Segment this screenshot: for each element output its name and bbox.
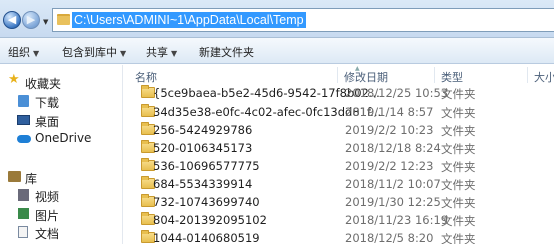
library-icon [8,171,21,182]
file-date: 2019/2/2 10:23 [345,123,434,137]
file-date: 2018/11/2 10:07 [345,177,441,191]
file-date: 2018/11/23 16:19 [345,213,449,227]
sidebar-item-libraries[interactable]: 库 [0,167,122,187]
folder-icon [57,14,70,25]
table-row[interactable]: 1044-0140680519 2018/12/5 8:20 文件夹 [123,229,554,244]
organize-menu[interactable]: 组织 ▼ [8,44,39,60]
new-folder-button[interactable]: 新建文件夹 [199,44,254,60]
share-label: 共享 [146,46,168,59]
sidebar-item-label: 下载 [35,96,60,110]
table-row[interactable]: 804-201392095102 2018/11/23 16:19 文件夹 [123,211,554,230]
column-header-name[interactable]: 名称 [135,69,157,85]
chevron-down-icon: ▼ [171,49,178,58]
file-type: 文件夹 [441,142,476,156]
column-header-date[interactable]: 修改日期 [344,69,388,85]
table-row[interactable]: 684-5534339914 2018/11/2 10:07 文件夹 [123,175,554,194]
file-name: 520-0106345173 [153,141,253,155]
sidebar-item-documents[interactable]: 文档 [0,222,122,242]
table-row[interactable]: 732-10743699740 2019/1/30 12:25 文件夹 [123,193,554,212]
file-type: 文件夹 [441,124,476,138]
column-divider[interactable] [527,67,528,83]
file-date: 2018/12/5 8:20 [345,231,434,244]
address-bar[interactable]: C:\Users\ADMINI~1\AppData\Local\Temp [52,8,554,32]
organize-label: 组织 [8,46,30,59]
sidebar-item-desktop[interactable]: 桌面 [0,110,122,130]
table-row[interactable]: 536-10696577775 2019/2/2 12:23 文件夹 [123,157,554,176]
back-button[interactable]: ◀ [3,11,21,29]
file-name: 732-10743699740 [153,195,260,209]
chevron-down-icon: ▼ [120,49,127,58]
navigation-pane: ★ 收藏夹 下载 桌面 OneDrive 库 视频 图片 文档 [0,65,122,244]
file-name: 804-201392095102 [153,213,267,227]
sidebar-item-label: 文档 [35,227,60,241]
forward-arrow-icon: ▶ [26,13,36,26]
sidebar-item-videos[interactable]: 视频 [0,185,122,205]
column-divider[interactable] [337,67,338,83]
column-header-type[interactable]: 类型 [441,69,463,85]
sidebar-item-downloads[interactable]: 下载 [0,91,122,111]
share-menu[interactable]: 共享 ▼ [146,44,177,60]
sidebar-item-label: 视频 [35,190,60,204]
file-type: 文件夹 [441,160,476,174]
column-header-size[interactable]: 大小 [534,69,554,85]
file-name: 1044-0140680519 [153,231,260,244]
address-path[interactable]: C:\Users\ADMINI~1\AppData\Local\Temp [72,12,306,28]
include-in-library-menu[interactable]: 包含到库中 ▼ [62,44,126,60]
column-divider[interactable] [434,67,435,83]
file-type: 文件夹 [441,196,476,210]
video-icon [18,189,29,201]
picture-icon [18,208,29,219]
file-name: 684-5534339914 [153,177,253,191]
table-row[interactable]: 256-5424929786 2019/2/2 10:23 文件夹 [123,121,554,140]
sidebar-item-pictures[interactable]: 图片 [0,204,122,224]
desktop-icon [17,115,30,125]
table-row[interactable]: 34d35e38-e0fc-4c02-afec-0fc13dd81f... 20… [123,103,554,122]
chevron-down-icon: ▼ [33,49,40,58]
table-row[interactable]: {5ce9baea-b5e2-45d6-9542-17f8b02... 2018… [123,84,554,103]
back-arrow-icon: ◀ [7,13,17,26]
table-row[interactable]: 520-0106345173 2018/12/18 8:24 文件夹 [123,139,554,158]
file-type: 文件夹 [441,87,476,101]
sidebar-item-favorites[interactable]: ★ 收藏夹 [0,72,122,92]
file-date: 2018/12/18 8:24 [345,141,441,155]
file-type: 文件夹 [441,106,476,120]
include-in-library-label: 包含到库中 [62,46,117,59]
sidebar-item-onedrive[interactable]: OneDrive [0,128,122,148]
forward-button[interactable]: ▶ [22,11,40,29]
file-type: 文件夹 [441,232,476,244]
file-date: 2018/12/25 10:53 [345,86,449,100]
download-folder-icon [18,95,29,107]
command-bar: 组织 ▼ 包含到库中 ▼ 共享 ▼ 新建文件夹 [0,38,554,64]
document-icon [18,226,28,238]
sidebar-item-label: OneDrive [35,131,92,145]
star-icon: ★ [8,72,20,87]
cloud-icon [17,135,31,143]
file-name: 536-10696577775 [153,159,260,173]
recent-pages-dropdown-icon[interactable]: ▼ [43,18,48,26]
file-date: 2019/1/30 12:25 [345,195,441,209]
file-date: 2019/1/14 8:57 [345,105,434,119]
column-header-row: ▲ 名称 修改日期 类型 大小 [123,65,554,85]
file-name: 256-5424929786 [153,123,253,137]
file-type: 文件夹 [441,214,476,228]
file-type: 文件夹 [441,178,476,192]
sidebar-item-label: 收藏夹 [25,77,62,91]
address-toolbar: ◀ ▶ ▼ C:\Users\ADMINI~1\AppData\Local\Te… [0,0,554,38]
file-date: 2019/2/2 12:23 [345,159,434,173]
